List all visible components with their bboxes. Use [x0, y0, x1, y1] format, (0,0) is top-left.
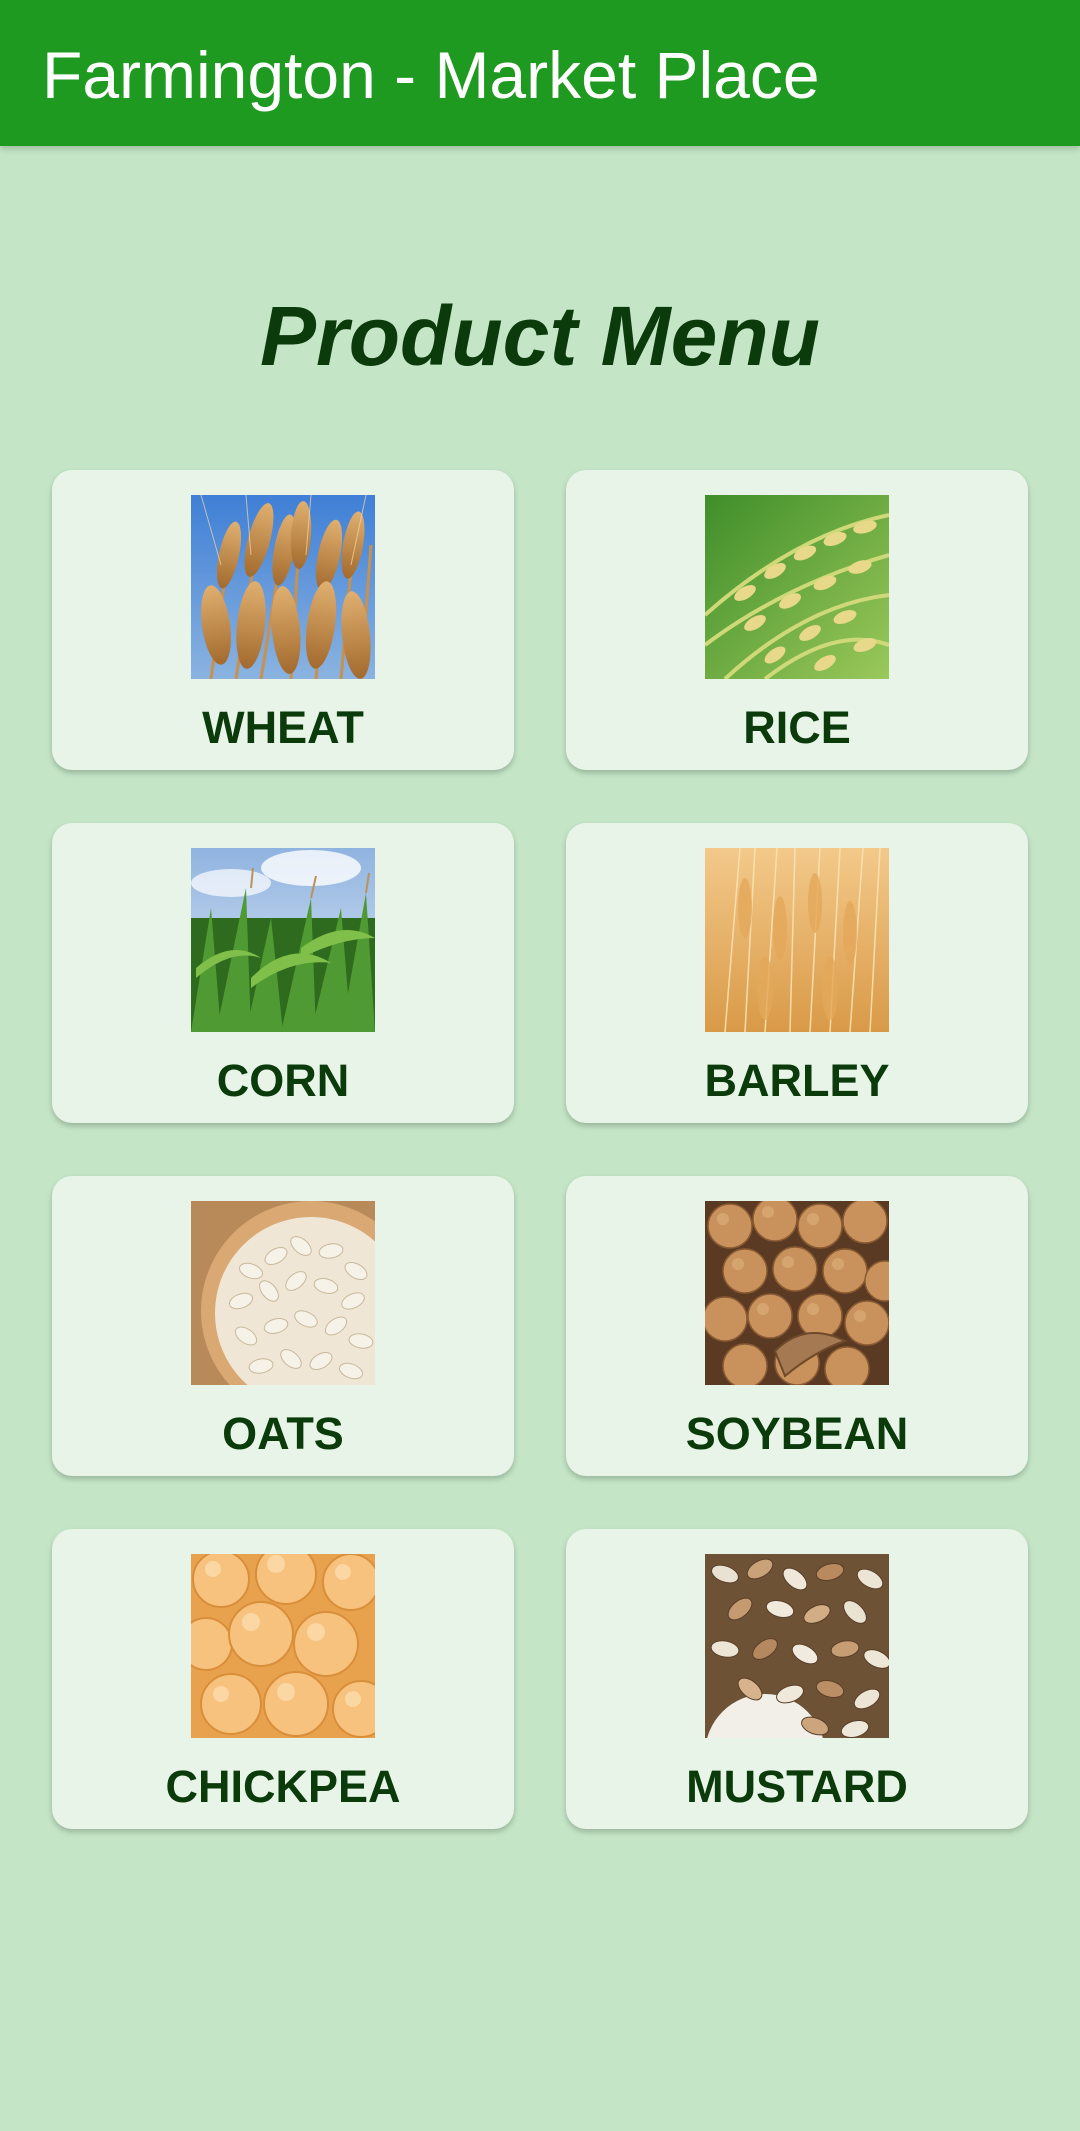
wheat-image [191, 495, 375, 679]
soybean-image [705, 1201, 889, 1385]
corn-image [191, 848, 375, 1032]
product-label: CHICKPEA [165, 1761, 401, 1812]
app-bar: Farmington - Market Place [0, 0, 1080, 146]
product-card-rice[interactable]: RICE [566, 470, 1028, 770]
product-label: OATS [222, 1408, 344, 1459]
chickpea-image [191, 1554, 375, 1738]
product-card-mustard[interactable]: MUSTARD [566, 1529, 1028, 1829]
product-label: MUSTARD [686, 1761, 908, 1812]
product-card-oats[interactable]: OATS [52, 1176, 514, 1476]
product-card-wheat[interactable]: WHEAT [52, 470, 514, 770]
product-label: RICE [743, 702, 851, 753]
barley-image [705, 848, 889, 1032]
mustard-image [705, 1554, 889, 1738]
product-card-chickpea[interactable]: CHICKPEA [52, 1529, 514, 1829]
product-card-corn[interactable]: CORN [52, 823, 514, 1123]
product-label: WHEAT [202, 702, 364, 753]
rice-image [705, 495, 889, 679]
product-label: SOYBEAN [685, 1408, 909, 1459]
product-card-barley[interactable]: BARLEY [566, 823, 1028, 1123]
product-label: CORN [216, 1055, 350, 1106]
product-card-soybean[interactable]: SOYBEAN [566, 1176, 1028, 1476]
page-title: Product Menu [260, 289, 820, 383]
product-label: BARLEY [704, 1055, 890, 1106]
app-title: Farmington - Market Place [42, 38, 820, 112]
oats-image [191, 1201, 375, 1385]
